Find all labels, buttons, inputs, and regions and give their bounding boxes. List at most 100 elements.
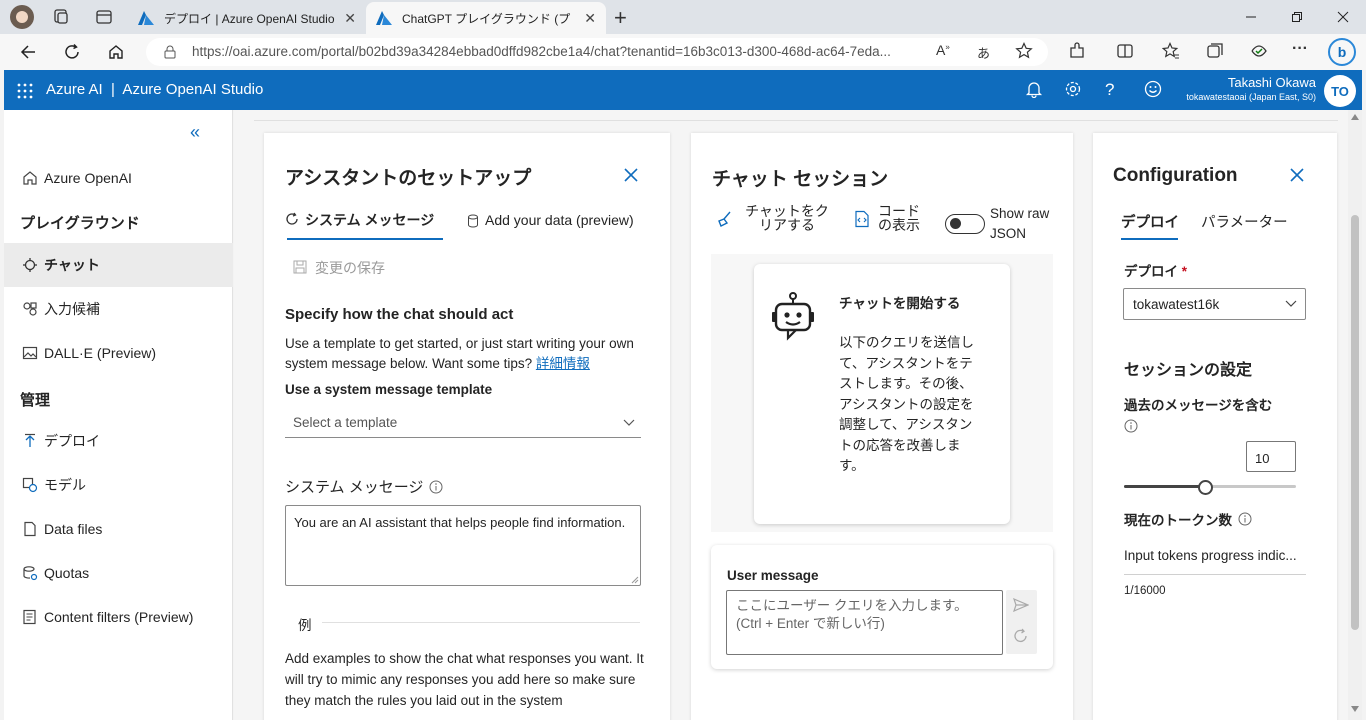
sidebar-item-chat[interactable]: チャット xyxy=(4,243,233,287)
tab-actions-icon[interactable] xyxy=(95,8,113,26)
deploy-label-row: デプロイ * xyxy=(1124,260,1187,280)
favorites-icon[interactable] xyxy=(1162,42,1180,60)
template-dropdown[interactable]: Select a template xyxy=(285,408,641,438)
gear-icon[interactable] xyxy=(1064,80,1084,100)
browser-tab-chatgpt[interactable]: ChatGPT プレイグラウンド (プレビュー) ✕ xyxy=(366,2,606,34)
app-title[interactable]: Azure AI | Azure OpenAI Studio xyxy=(46,81,263,98)
url-text[interactable]: https://oai.azure.com/portal/b02bd39a342… xyxy=(192,44,924,59)
robot-icon xyxy=(770,292,816,342)
deployment-value: tokawatest16k xyxy=(1133,296,1220,312)
section-title: Specify how the chat should act xyxy=(285,306,514,323)
bell-icon[interactable] xyxy=(1025,80,1045,100)
user-message-label: User message xyxy=(727,568,819,583)
minimize-button[interactable] xyxy=(1228,0,1274,34)
show-raw-json-toggle[interactable] xyxy=(945,214,985,234)
user-message-input[interactable]: ここにユーザー クエリを入力します。(Ctrl + Enter で新しい行) xyxy=(726,590,1003,655)
app-launcher-icon[interactable] xyxy=(17,83,33,99)
back-icon[interactable] xyxy=(12,36,44,68)
config-title: Configuration xyxy=(1113,165,1238,186)
user-info[interactable]: Takashi Okawa tokawatestaoai (Japan East… xyxy=(1186,75,1316,102)
sidebar-item-quotas[interactable]: Quotas xyxy=(4,551,233,595)
refresh-icon[interactable] xyxy=(56,36,88,68)
template-label: Use a system message template xyxy=(285,382,493,397)
sidebar-item-models[interactable]: モデル xyxy=(4,463,233,507)
send-button[interactable] xyxy=(1006,590,1037,654)
sidebar-item-label: モデル xyxy=(44,477,86,493)
workspaces-icon[interactable] xyxy=(52,8,70,26)
scrollbar-thumb[interactable] xyxy=(1351,215,1359,630)
sidebar-item-data-files[interactable]: Data files xyxy=(4,507,233,551)
collections-icon[interactable] xyxy=(1206,42,1224,60)
chat-icon xyxy=(22,257,38,273)
resize-handle-icon[interactable] xyxy=(631,576,639,584)
avatar[interactable]: TO xyxy=(1324,75,1356,107)
new-tab-button[interactable]: + xyxy=(614,5,627,31)
save-icon xyxy=(293,260,307,278)
scroll-down-icon[interactable] xyxy=(1351,706,1359,712)
tab-add-your-data[interactable]: Add your data (preview) xyxy=(467,212,634,228)
close-tab-icon[interactable]: ✕ xyxy=(584,10,596,27)
past-messages-input[interactable]: 10 xyxy=(1246,441,1296,472)
tab-label: Add your data (preview) xyxy=(485,212,634,228)
lock-icon[interactable] xyxy=(164,45,176,59)
favorite-star-icon[interactable] xyxy=(1015,42,1033,60)
profile-avatar[interactable] xyxy=(10,5,34,29)
browser-tab-deploy[interactable]: デプロイ | Azure OpenAI Studio ✕ xyxy=(128,2,366,34)
deploy-label: デプロイ xyxy=(1124,264,1178,279)
info-icon[interactable] xyxy=(1124,419,1138,433)
close-setup-icon[interactable] xyxy=(624,168,638,182)
system-message-label: システム メッセージ xyxy=(285,479,424,496)
learn-more-link[interactable]: 詳細情報 xyxy=(536,356,590,371)
clear-chat-button[interactable]: チャットをクリアする xyxy=(716,204,832,232)
sidebar-item-label: Data files xyxy=(44,521,103,537)
close-window-button[interactable] xyxy=(1320,0,1366,34)
extensions-icon[interactable] xyxy=(1068,42,1086,60)
read-aloud-icon[interactable]: A» xyxy=(936,42,950,58)
sidebar-item-label: Azure OpenAI xyxy=(44,170,132,186)
refresh-icon xyxy=(285,212,299,226)
quota-icon xyxy=(22,565,38,581)
help-icon[interactable]: ? xyxy=(1105,80,1125,100)
sidebar-item-completions[interactable]: 入力候補 xyxy=(4,287,233,331)
feedback-smiley-icon[interactable] xyxy=(1144,80,1164,100)
collapse-sidebar-icon[interactable]: « xyxy=(190,122,200,143)
start-chat-title: チャットを開始する xyxy=(839,296,961,311)
sidebar-item-azure-openai[interactable]: Azure OpenAI xyxy=(4,156,233,200)
user-name: Takashi Okawa xyxy=(1227,75,1316,90)
save-label: 変更の保存 xyxy=(315,260,385,276)
system-message-textarea[interactable]: You are an AI assistant that helps peopl… xyxy=(285,505,641,586)
tab-deploy[interactable]: デプロイ xyxy=(1121,211,1179,232)
system-message-label-row: システム メッセージ xyxy=(285,476,443,497)
info-icon[interactable] xyxy=(1238,512,1252,526)
sidebar-item-deployments[interactable]: デプロイ xyxy=(4,419,233,463)
slider-thumb[interactable] xyxy=(1197,480,1213,495)
translate-icon[interactable]: あ xyxy=(977,43,990,62)
scroll-up-icon[interactable] xyxy=(1351,114,1359,120)
broom-icon xyxy=(716,210,734,232)
sidebar-item-label: DALL·E (Preview) xyxy=(44,345,157,361)
tab-parameters[interactable]: パラメーター xyxy=(1201,211,1288,232)
browser-essentials-icon[interactable] xyxy=(1250,42,1268,60)
close-tab-icon[interactable]: ✕ xyxy=(344,10,356,27)
template-placeholder: Select a template xyxy=(293,415,398,430)
setup-title: アシスタントのセットアップ xyxy=(285,168,532,189)
deployment-dropdown[interactable]: tokawatest16k xyxy=(1123,288,1306,320)
sidebar-heading-playground: プレイグラウンド xyxy=(20,215,140,232)
split-screen-icon[interactable] xyxy=(1116,42,1134,60)
past-messages-label-row: 過去のメッセージを含む xyxy=(1124,396,1274,436)
copilot-icon[interactable]: b xyxy=(1328,38,1356,66)
past-messages-slider[interactable] xyxy=(1124,480,1296,495)
sidebar-item-dalle[interactable]: DALL·E (Preview) xyxy=(4,331,233,375)
save-changes-button[interactable]: 変更の保存 xyxy=(293,258,385,278)
more-menu-icon[interactable]: ··· xyxy=(1292,40,1308,58)
sidebar-item-label: Quotas xyxy=(44,565,90,581)
tab-underline xyxy=(1121,238,1178,240)
sidebar-item-content-filters[interactable]: Content filters (Preview) xyxy=(4,595,233,639)
view-code-button[interactable]: コードの表示 xyxy=(854,204,924,232)
divider xyxy=(254,120,1338,121)
close-config-icon[interactable] xyxy=(1290,168,1304,182)
home-icon xyxy=(22,170,38,186)
home-browser-icon[interactable] xyxy=(100,36,132,68)
restore-button[interactable] xyxy=(1274,0,1320,34)
info-icon[interactable] xyxy=(429,480,443,494)
